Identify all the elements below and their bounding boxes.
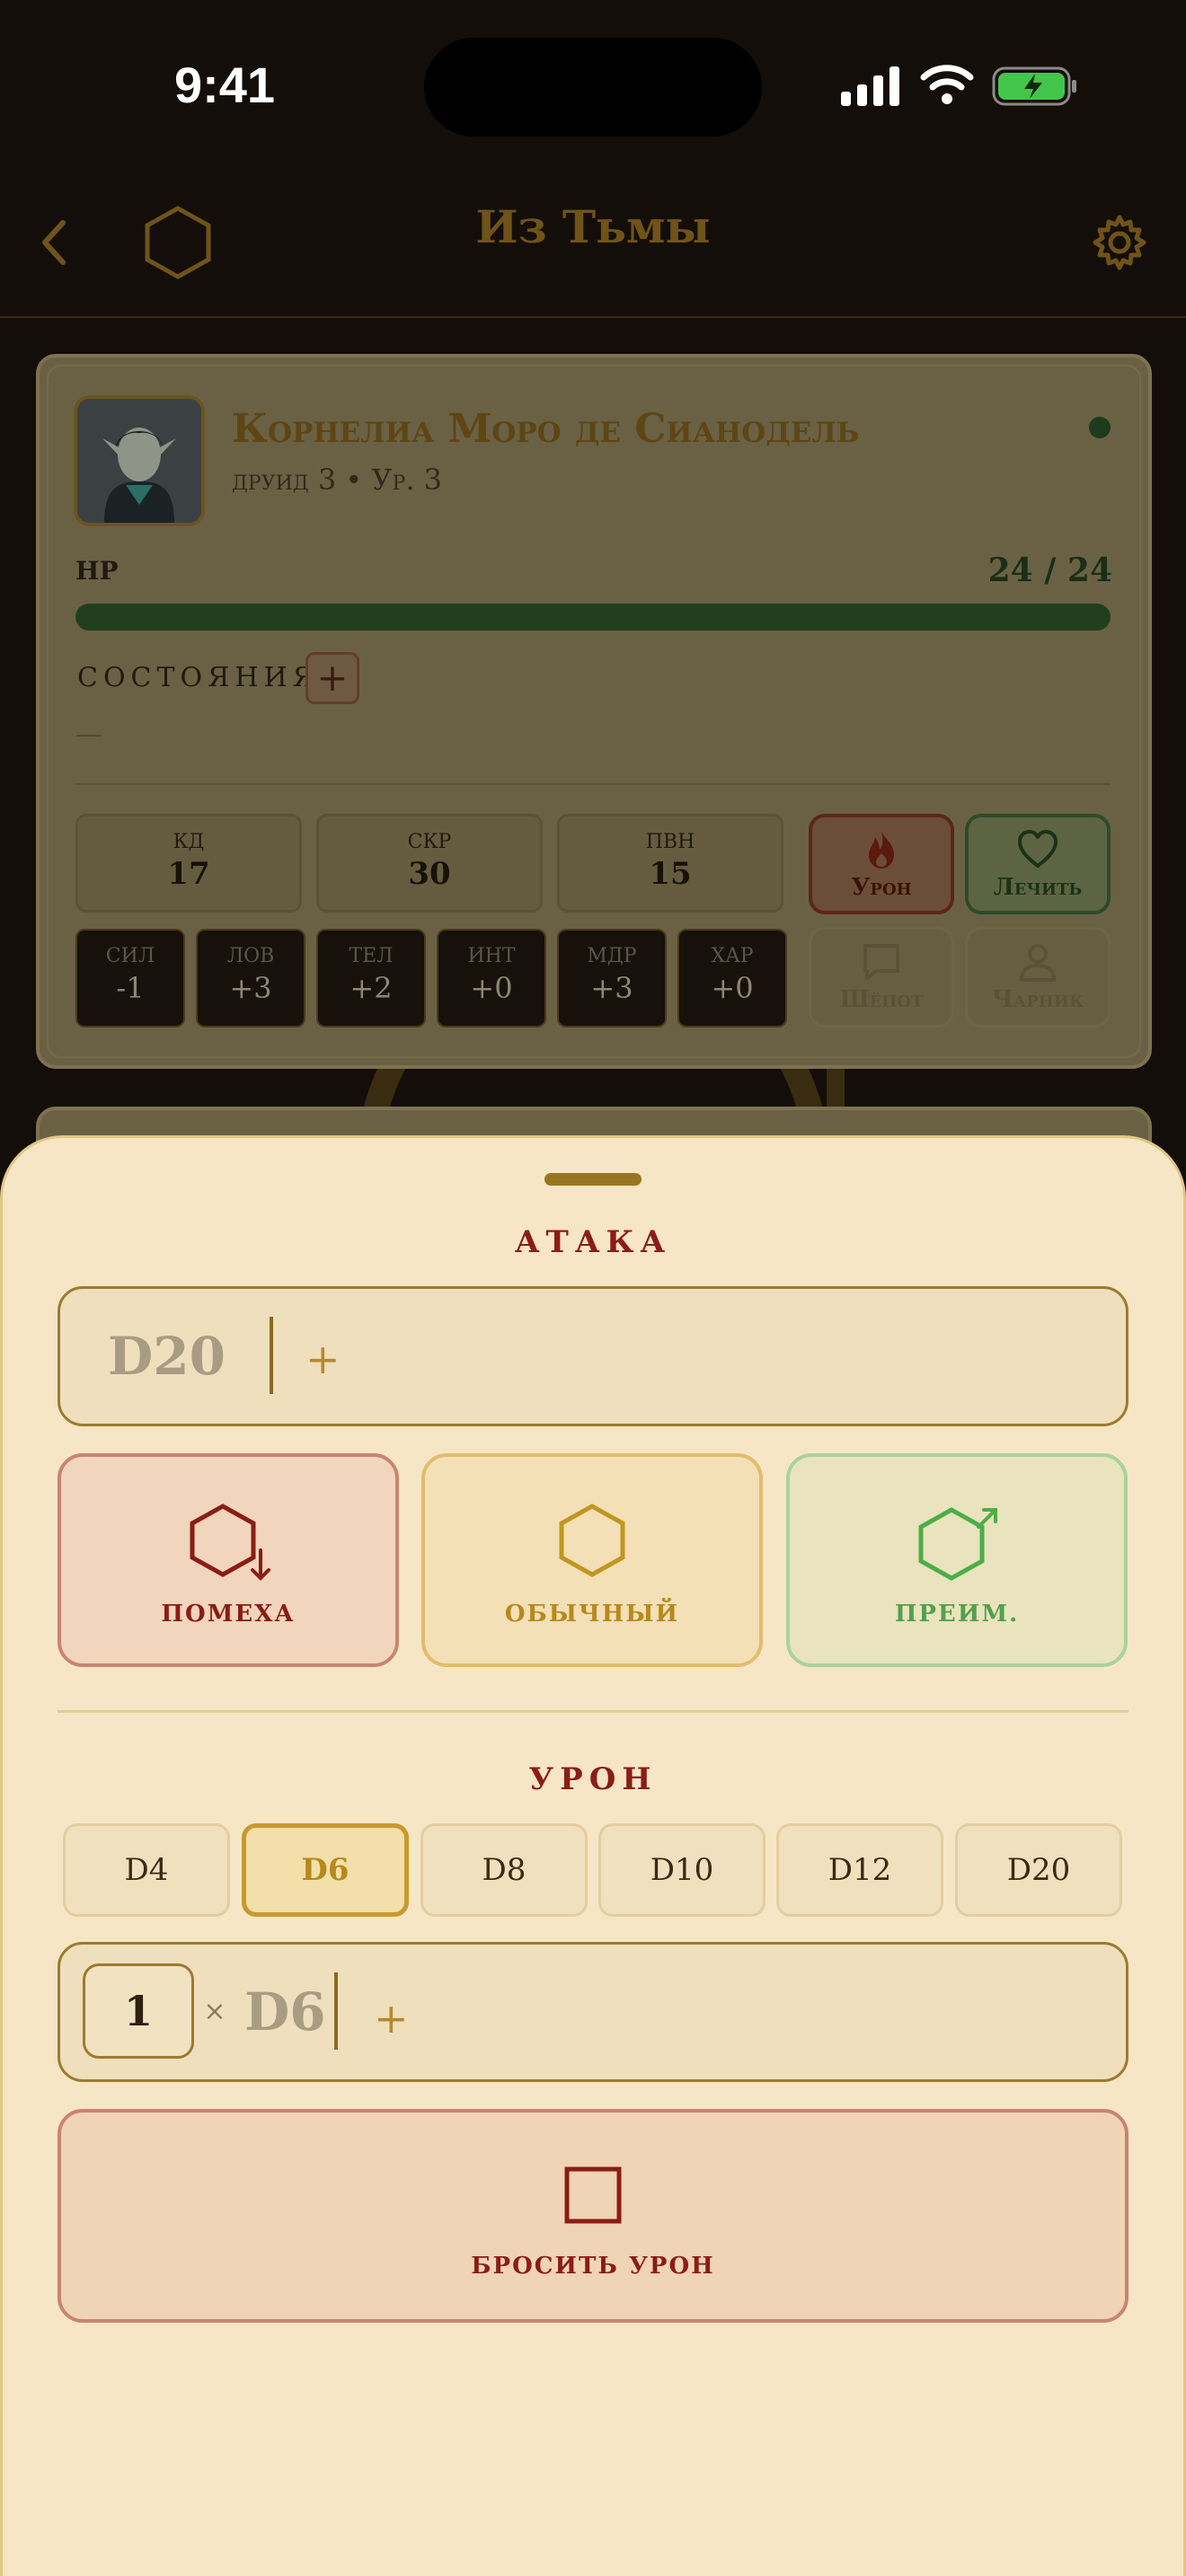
heart-icon bbox=[1018, 830, 1058, 868]
ability-modifier: +0 bbox=[711, 971, 754, 1005]
ability-modifier: +0 bbox=[470, 971, 513, 1005]
damage-button[interactable]: Урон bbox=[809, 814, 954, 914]
back-chevron-icon[interactable] bbox=[34, 216, 74, 269]
die-d8-button[interactable]: D8 bbox=[420, 1823, 588, 1917]
die-d12-button[interactable]: D12 bbox=[776, 1823, 943, 1917]
card-divider bbox=[75, 783, 1111, 785]
chat-bubble-icon bbox=[863, 944, 899, 980]
stat-label: СКР bbox=[407, 831, 452, 853]
hp-bar bbox=[75, 604, 1111, 631]
ability-label: ИНТ bbox=[467, 945, 516, 967]
die-d4-button[interactable]: D4 bbox=[63, 1823, 230, 1917]
hp-label: HP bbox=[75, 556, 119, 586]
heal-button-label: Лечить bbox=[993, 874, 1083, 901]
disadvantage-button[interactable]: ПОМЕХА bbox=[58, 1453, 399, 1667]
damage-button-label: Урон bbox=[851, 874, 912, 901]
multiply-sign: × bbox=[203, 1996, 226, 2027]
stat-passive-perception: ПВН 15 bbox=[557, 814, 783, 913]
whisper-button-label: Шёпот bbox=[839, 986, 924, 1013]
hex-down-arrow-icon bbox=[190, 1504, 270, 1581]
damage-section-title: УРОН bbox=[528, 1761, 658, 1797]
damage-modifier-plus[interactable]: + bbox=[374, 1987, 419, 2050]
stat-label: КД bbox=[173, 831, 205, 853]
signal-icon bbox=[841, 66, 899, 106]
hex-up-arrow-icon bbox=[918, 1507, 997, 1581]
normal-roll-button[interactable]: ОБЫЧНЫЙ bbox=[421, 1453, 763, 1667]
stat-speed: СКР 30 bbox=[316, 814, 543, 913]
character-sheet-button[interactable]: Чарник bbox=[965, 927, 1111, 1028]
ability-label: ХАР bbox=[711, 945, 754, 967]
ability-label: ЛОВ bbox=[226, 945, 275, 967]
hp-value: 24 / 24 bbox=[987, 551, 1112, 589]
ability-label: ТЕЛ bbox=[349, 945, 394, 967]
whisper-button[interactable]: Шёпот bbox=[809, 927, 954, 1028]
status-time: 9:41 bbox=[173, 57, 276, 113]
ability-label: МДР bbox=[587, 945, 637, 967]
ability-wisdom: МДР +3 bbox=[557, 929, 667, 1028]
die-d10-button[interactable]: D10 bbox=[598, 1823, 766, 1917]
stat-armor-class: КД 17 bbox=[75, 814, 302, 913]
ability-modifier: +2 bbox=[350, 971, 393, 1005]
online-status-dot bbox=[1089, 417, 1111, 438]
damage-die-label: D6 bbox=[244, 1981, 326, 2042]
hex-icon bbox=[559, 1504, 625, 1577]
square-die-icon bbox=[564, 2166, 622, 2224]
ability-strength: СИЛ -1 bbox=[75, 929, 185, 1028]
gear-icon[interactable] bbox=[1091, 214, 1148, 271]
ability-dexterity: ЛОВ +3 bbox=[196, 929, 305, 1028]
battery-icon bbox=[992, 66, 1076, 106]
advantage-button[interactable]: ПРЕИМ. bbox=[786, 1453, 1128, 1667]
advantage-label: ПРЕИМ. bbox=[894, 1601, 1020, 1628]
stat-value: 17 bbox=[167, 856, 210, 892]
die-d6-button[interactable]: D6 bbox=[242, 1823, 409, 1917]
stat-value: 30 bbox=[408, 856, 451, 892]
page-title: Из Тьмы bbox=[475, 200, 711, 253]
damage-text-cursor bbox=[334, 1972, 338, 2050]
dynamic-island bbox=[424, 38, 762, 137]
disadvantage-label: ПОМЕХА bbox=[161, 1601, 296, 1628]
ability-modifier: -1 bbox=[116, 971, 145, 1005]
character-sheet-button-label: Чарник bbox=[991, 986, 1084, 1013]
die-d20-button[interactable]: D20 bbox=[955, 1823, 1122, 1917]
conditions-empty: — bbox=[75, 719, 102, 750]
sheet-grabber[interactable] bbox=[544, 1173, 642, 1186]
ability-constitution: ТЕЛ +2 bbox=[316, 929, 426, 1028]
attack-text-cursor bbox=[270, 1317, 273, 1394]
nav-divider bbox=[0, 316, 1186, 318]
attack-die-label: D20 bbox=[108, 1326, 226, 1387]
dice-count-input[interactable]: 1 bbox=[83, 1963, 194, 2059]
roll-damage-button[interactable]: БРОСИТЬ УРОН bbox=[58, 2109, 1128, 2323]
character-avatar bbox=[74, 395, 205, 526]
character-class-level: друид 3 • Ур. 3 bbox=[232, 463, 443, 497]
ability-charisma: ХАР +0 bbox=[677, 929, 787, 1028]
ability-label: СИЛ bbox=[105, 945, 155, 967]
conditions-label: СОСТОЯНИЯ bbox=[77, 662, 320, 693]
wifi-icon bbox=[920, 65, 974, 104]
stat-value: 15 bbox=[649, 856, 692, 892]
character-name: Корнелиа Моро де Сианодель bbox=[232, 406, 860, 452]
heal-button[interactable]: Лечить bbox=[965, 814, 1111, 914]
attack-modifier-plus[interactable]: + bbox=[305, 1328, 350, 1390]
normal-roll-label: ОБЫЧНЫЙ bbox=[504, 1601, 680, 1628]
person-icon bbox=[1020, 944, 1056, 982]
ability-intelligence: ИНТ +0 bbox=[437, 929, 546, 1028]
roll-damage-label: БРОСИТЬ УРОН bbox=[471, 2253, 715, 2280]
ability-modifier: +3 bbox=[229, 971, 272, 1005]
dice-hex-icon[interactable] bbox=[144, 205, 212, 280]
add-condition-button[interactable]: + bbox=[305, 652, 359, 704]
stat-label: ПВН bbox=[645, 831, 695, 853]
attack-section-title: АТАКА bbox=[514, 1224, 672, 1260]
sheet-divider bbox=[58, 1710, 1128, 1713]
ability-modifier: +3 bbox=[590, 971, 633, 1005]
flame-icon bbox=[869, 832, 894, 869]
